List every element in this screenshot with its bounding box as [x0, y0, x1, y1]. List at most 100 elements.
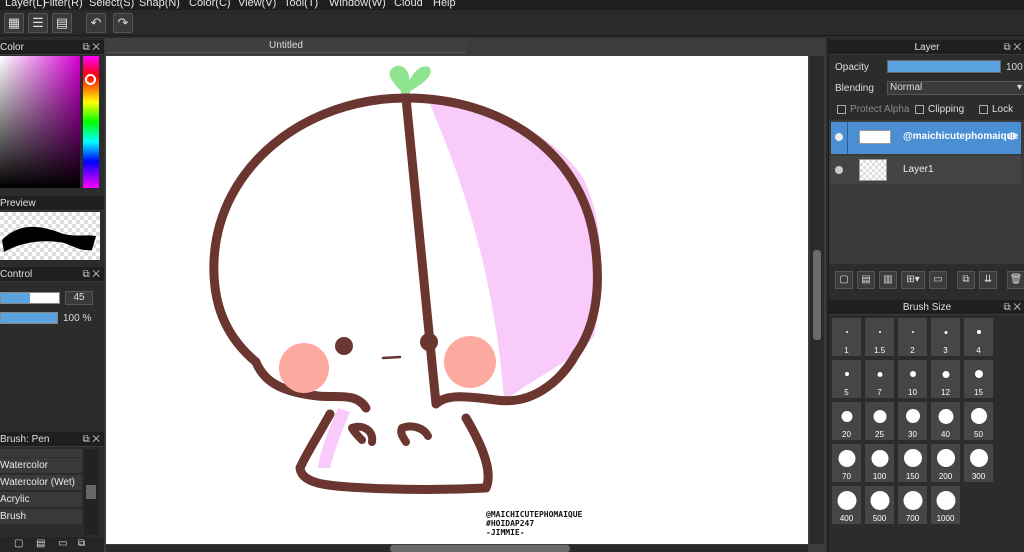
- menu-filter[interactable]: Filter(R): [43, 0, 83, 9]
- brush-list-scroll-thumb[interactable]: [86, 485, 96, 499]
- brush-size-dot: [903, 449, 922, 467]
- blending-value: Normal: [890, 82, 923, 93]
- panel-toggle-button[interactable]: ▦: [4, 13, 24, 33]
- menu-view[interactable]: View(V): [238, 0, 276, 9]
- brush-item-acrylic[interactable]: Acrylic: [0, 492, 82, 508]
- brush-size-slider[interactable]: [0, 292, 60, 304]
- material-button[interactable]: ▤: [52, 13, 72, 33]
- menu-snap[interactable]: Snap(N): [139, 0, 180, 9]
- panel-popout-close-icons[interactable]: ⧉ ✕: [1003, 300, 1021, 314]
- brush-size-label: 300: [971, 472, 986, 481]
- duplicate-layer-icon[interactable]: ⧉: [957, 271, 975, 289]
- vertical-scroll-thumb[interactable]: [813, 250, 821, 340]
- clipping-toggle[interactable]: Clipping: [915, 104, 964, 115]
- brush-item-brush[interactable]: Brush: [0, 509, 82, 525]
- new-halftone-layer-icon[interactable]: ▤: [857, 271, 875, 289]
- add-layer-menu-icon[interactable]: ⊞▾: [901, 271, 925, 289]
- protect-alpha-checkbox[interactable]: [837, 104, 846, 114]
- brush-size-cell[interactable]: 12: [930, 359, 961, 399]
- menu-color[interactable]: Color(C): [189, 0, 231, 9]
- blending-select[interactable]: Normal ▾: [887, 81, 1024, 95]
- brush-size-cell[interactable]: 2: [897, 317, 928, 357]
- brush-size-cell[interactable]: 70: [831, 443, 862, 483]
- brush-size-cell[interactable]: 5: [831, 359, 862, 399]
- menu-cloud[interactable]: Cloud: [394, 0, 423, 9]
- panel-popout-close-icons[interactable]: ⧉ ✕: [82, 432, 100, 446]
- brush-item-watercolor[interactable]: Watercolor: [0, 458, 82, 474]
- new-brush-icon[interactable]: ▢: [14, 538, 23, 549]
- clipping-checkbox[interactable]: [915, 104, 924, 114]
- copy-brush-icon[interactable]: ▤: [36, 538, 45, 549]
- layer-list-button[interactable]: ☰: [28, 13, 48, 33]
- menu-select[interactable]: Select(S): [89, 0, 134, 9]
- gear-icon[interactable]: ⚙: [1007, 130, 1017, 143]
- brush-size-cell[interactable]: 1.5: [864, 317, 895, 357]
- merge-layer-icon[interactable]: ⇊: [979, 271, 997, 289]
- lock-checkbox[interactable]: [979, 104, 988, 114]
- brush-size-cell[interactable]: 3: [930, 317, 961, 357]
- duplicate-icon[interactable]: ⧉: [78, 538, 85, 549]
- brush-size-cell[interactable]: 25: [864, 401, 895, 441]
- canvas-vertical-scrollbar[interactable]: [810, 56, 824, 544]
- panel-popout-close-icons[interactable]: ⧉ ✕: [1003, 40, 1021, 54]
- brush-size-cell[interactable]: 50: [963, 401, 994, 441]
- lock-toggle[interactable]: Lock: [979, 104, 1013, 115]
- brush-size-cell[interactable]: 500: [864, 485, 895, 525]
- brush-size-cell[interactable]: 15: [963, 359, 994, 399]
- brush-opacity-slider[interactable]: [0, 312, 58, 324]
- brush-size-cell[interactable]: 400: [831, 485, 862, 525]
- brush-size-cell[interactable]: 20: [831, 401, 862, 441]
- opacity-value: 100: [1006, 62, 1023, 73]
- eye-icon[interactable]: [835, 166, 843, 174]
- panel-popout-close-icons[interactable]: ⧉ ✕: [82, 267, 100, 281]
- brush-size-cell[interactable]: 300: [963, 443, 994, 483]
- brush-size-cell[interactable]: 150: [897, 443, 928, 483]
- folder-icon[interactable]: ▭: [929, 271, 947, 289]
- new-layer-icon[interactable]: ▢: [835, 271, 853, 289]
- canvas-tab[interactable]: Untitled: [106, 38, 466, 53]
- brush-size-label: 3: [943, 346, 948, 355]
- opacity-label: Opacity: [835, 62, 869, 73]
- brush-size-cell[interactable]: 1000: [930, 485, 961, 525]
- layer-opacity-slider[interactable]: [887, 60, 1001, 73]
- canvas-horizontal-scrollbar[interactable]: [106, 545, 808, 552]
- layer-row-2[interactable]: Layer1: [831, 156, 1021, 184]
- drawing-canvas[interactable]: @MAICHICUTEPHOMAIQUE #HOIDAP247 -JIMMIE-: [106, 56, 808, 544]
- brush-size-cell[interactable]: 100: [864, 443, 895, 483]
- trash-icon[interactable]: 🗑: [1007, 271, 1024, 289]
- horizontal-scroll-thumb[interactable]: [390, 545, 570, 552]
- brush-size-cell[interactable]: 30: [897, 401, 928, 441]
- brush-size-cell[interactable]: 4: [963, 317, 994, 357]
- panel-popout-close-icons[interactable]: ⧉ ✕: [82, 40, 100, 54]
- hue-handle[interactable]: [85, 74, 96, 85]
- brush-size-dot: [837, 490, 856, 510]
- brush-size-cell[interactable]: 700: [897, 485, 928, 525]
- menu-tool[interactable]: Tool(T): [284, 0, 318, 9]
- brush-size-cell[interactable]: 40: [930, 401, 961, 441]
- toolbar: ▦ ☰ ▤ ↶ ↷: [0, 10, 1024, 36]
- brush-size-value[interactable]: 45: [65, 291, 93, 305]
- left-blush: [279, 343, 329, 393]
- brush-size-label: 70: [842, 472, 851, 481]
- folder-icon[interactable]: ▭: [58, 538, 67, 549]
- menu-help[interactable]: Help: [433, 0, 456, 9]
- brush-size-cell[interactable]: 1: [831, 317, 862, 357]
- layer-row-1[interactable]: @maichicutephomaique ⚙: [831, 122, 1021, 154]
- undo-button[interactable]: ↶: [86, 13, 106, 33]
- brush-opacity-value: 100 %: [63, 313, 92, 324]
- brush-size-cell[interactable]: 200: [930, 443, 961, 483]
- protect-alpha-toggle[interactable]: Protect Alpha: [837, 104, 909, 115]
- hue-slider[interactable]: [83, 56, 99, 188]
- new-text-layer-icon[interactable]: ▥: [879, 271, 897, 289]
- brush-list-scrollbar[interactable]: [84, 449, 98, 535]
- brush-size-cell[interactable]: 10: [897, 359, 928, 399]
- menu-window[interactable]: Window(W): [329, 0, 386, 9]
- brush-size-dot: [841, 410, 852, 422]
- redo-button[interactable]: ↷: [113, 13, 133, 33]
- saturation-value-picker[interactable]: [0, 56, 80, 188]
- brush-size-dot: [909, 371, 916, 377]
- menu-layer[interactable]: Layer(L): [5, 0, 46, 9]
- eye-icon[interactable]: [835, 133, 843, 141]
- brush-size-cell[interactable]: 7: [864, 359, 895, 399]
- brush-item-watercolor-wet[interactable]: Watercolor (Wet): [0, 475, 82, 491]
